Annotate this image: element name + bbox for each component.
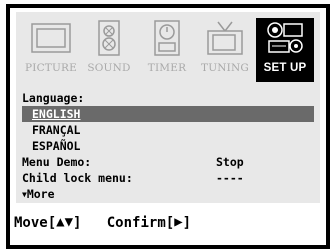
key-hints: Move[▲▼] Confirm[▶] (14, 214, 191, 231)
monitor-icon (31, 23, 71, 53)
confirm-hint-close: ] (182, 215, 192, 231)
child-lock-row[interactable]: Child lock menu: ---- (22, 170, 314, 186)
tab-bar: PICTURE SOUND TIMER TUNING SET UP (22, 18, 314, 82)
tab-picture-label: PICTURE (24, 62, 78, 74)
tab-sound[interactable]: SOUND (80, 18, 138, 82)
language-option-espanol[interactable]: ESPAÑOL (22, 138, 314, 154)
setup-icon (267, 22, 303, 53)
tab-tuning-label: TUNING (201, 62, 249, 74)
language-option-english[interactable]: ENGLISH (22, 106, 314, 122)
more-label: More (26, 187, 55, 201)
tab-setup[interactable]: SET UP (256, 18, 314, 82)
child-lock-label: Child lock menu: (22, 171, 133, 185)
tab-sound-label: SOUND (87, 62, 131, 74)
up-down-arrows-icon: ▲▼ (56, 214, 74, 230)
child-lock-value: ---- (216, 171, 244, 185)
osd-frame: PICTURE SOUND TIMER TUNING SET UP Langua… (6, 4, 330, 249)
move-hint-label: Move[ (14, 215, 57, 231)
menu-demo-row[interactable]: Menu Demo: Stop (22, 154, 314, 170)
tv-antenna-icon (207, 21, 243, 55)
language-heading: Language: (22, 91, 85, 105)
speaker-icon (98, 20, 120, 56)
menu-panel: PICTURE SOUND TIMER TUNING SET UP Langua… (16, 12, 320, 203)
tab-picture[interactable]: PICTURE (22, 18, 80, 82)
timer-icon (154, 20, 180, 56)
more-item[interactable]: ▼More (22, 186, 314, 202)
menu-demo-value: Stop (216, 155, 244, 169)
language-option-francal[interactable]: FRANÇAL (22, 122, 314, 138)
tab-timer-label: TIMER (147, 62, 187, 74)
tab-timer[interactable]: TIMER (138, 18, 196, 82)
right-arrow-icon: ▶ (174, 214, 183, 230)
tab-setup-label: SET UP (263, 62, 307, 74)
move-hint-close: ] (73, 215, 82, 231)
tab-tuning[interactable]: TUNING (196, 18, 254, 82)
menu-demo-label: Menu Demo: (22, 155, 92, 169)
setup-menu: Language: ENGLISH FRANÇAL ESPAÑOL Menu D… (22, 90, 314, 202)
confirm-hint-label: Confirm[ (106, 215, 175, 231)
